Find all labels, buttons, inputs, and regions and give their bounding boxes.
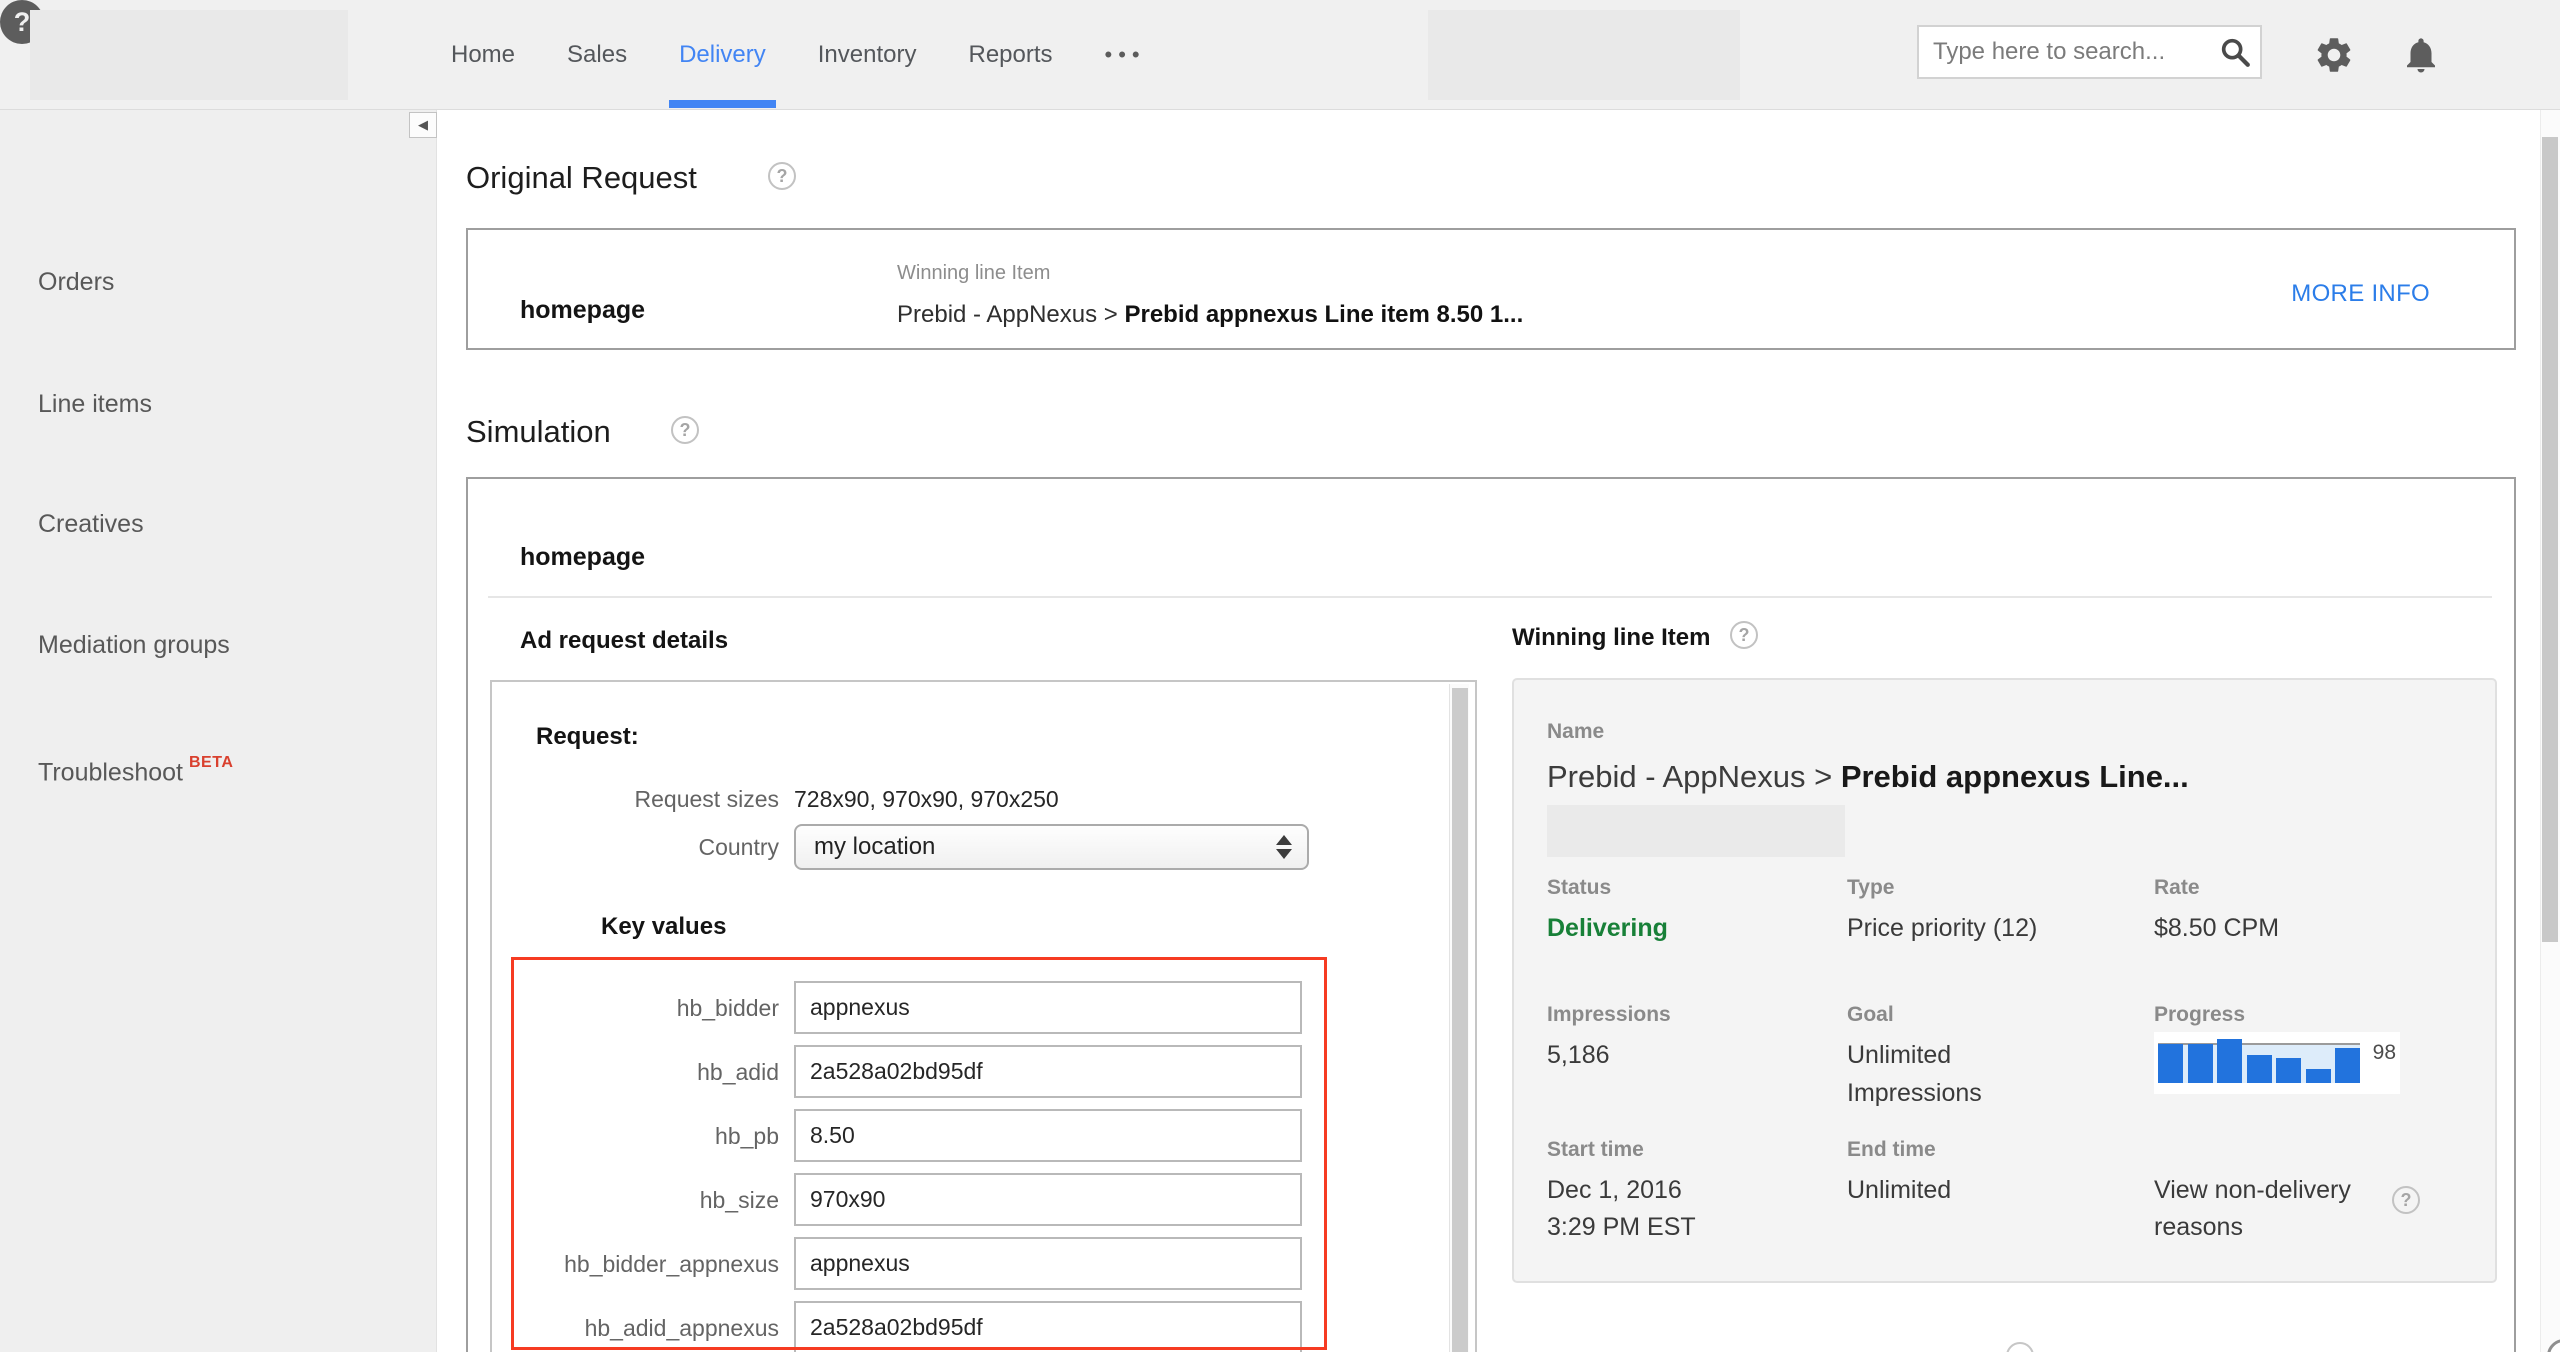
key-label-hb_bidder: hb_bidder <box>492 994 779 1022</box>
ad-manager-app: Home Sales Delivery Inventory Reports ••• ? O… <box>0 0 2560 1352</box>
name-label: Name <box>1547 720 1604 744</box>
key-label-hb_adid: hb_adid <box>492 1058 779 1086</box>
redacted-logo <box>30 10 348 100</box>
winning-line-item-label: Winning line Item <box>897 262 1523 285</box>
winning-line-item-name: Prebid appnexus Line item 8.50 1... <box>1124 301 1523 328</box>
ad-request-details-title: Ad request details <box>520 627 728 655</box>
nav-tab-reports[interactable]: Reports <box>968 0 1052 110</box>
sidebar-item-mediation-groups[interactable]: Mediation groups <box>38 630 230 660</box>
request-sizes-label: Request sizes <box>492 785 779 813</box>
redacted-detail <box>1547 805 1845 857</box>
divider <box>488 596 2492 598</box>
key-value-input-hb_bidder[interactable] <box>794 981 1302 1034</box>
key-label-hb_bidder_appnexus: hb_bidder_appnexus <box>492 1250 779 1278</box>
sidebar-item-orders[interactable]: Orders <box>38 267 114 297</box>
progress-label: Progress <box>2154 1003 2245 1027</box>
rate-value: $8.50 CPM <box>2154 913 2279 943</box>
winning-line-item-order: Prebid - AppNexus > <box>897 301 1124 328</box>
key-value-input-hb_bidder_appnexus[interactable] <box>794 1237 1302 1290</box>
ad-unit-name: homepage <box>520 296 645 325</box>
progress-percent-value: 98 <box>2373 1041 2396 1065</box>
line-item-order-name: Prebid - AppNexus > <box>1547 759 1841 794</box>
more-info-link[interactable]: MORE INFO <box>2291 280 2430 308</box>
nav-tab-more[interactable]: ••• <box>1105 0 1146 110</box>
winning-line-item-heading: Winning line Item <box>1512 624 1710 652</box>
country-select-value: my location <box>796 833 1269 861</box>
simulation-title: Simulation <box>466 412 611 452</box>
non-delivery-link-line2[interactable]: reasons <box>2154 1212 2243 1242</box>
start-time-value-line2: 3:29 PM EST <box>1547 1212 1696 1242</box>
request-label: Request: <box>536 723 639 751</box>
key-label-hb_size: hb_size <box>492 1186 779 1214</box>
key-value-input-hb_adid[interactable] <box>794 1045 1302 1098</box>
key-value-input-hb_adid_appnexus[interactable] <box>794 1301 1302 1352</box>
sidebar-item-line-items[interactable]: Line items <box>38 389 152 419</box>
end-time-value: Unlimited <box>1847 1175 1951 1205</box>
panel-scrollbar[interactable] <box>1449 684 1469 1352</box>
key-values-label: Key values <box>601 913 726 941</box>
non-delivery-help-icon[interactable]: ? <box>2392 1186 2420 1214</box>
top-nav: Home Sales Delivery Inventory Reports ••• <box>451 0 1146 110</box>
start-time-label: Start time <box>1547 1138 1644 1162</box>
original-request-title: Original Request <box>466 158 697 198</box>
ad-request-details-panel: Request: Request sizes 728x90, 970x90, 9… <box>490 680 1477 1352</box>
simulation-ad-unit-name: homepage <box>520 543 645 572</box>
progress-bar-4 <box>2247 1055 2272 1083</box>
start-time-value-line1: Dec 1, 2016 <box>1547 1175 1682 1205</box>
progress-bar-2 <box>2188 1044 2213 1083</box>
redacted-network-name <box>1428 10 1740 100</box>
top-header-bar: HomeSalesDeliveryInventoryReports••• ? <box>0 0 2560 110</box>
non-delivery-link-line1[interactable]: View non-delivery <box>2154 1175 2351 1205</box>
nav-tab-delivery[interactable]: Delivery <box>679 0 766 110</box>
search-icon[interactable] <box>2218 35 2252 69</box>
rate-label: Rate <box>2154 876 2200 900</box>
progress-bar-3 <box>2217 1039 2242 1083</box>
page-scrollbar-thumb[interactable] <box>2542 137 2558 942</box>
key-label-hb_adid_appnexus: hb_adid_appnexus <box>492 1314 779 1342</box>
key-label-hb_pb: hb_pb <box>492 1122 779 1150</box>
winning-line-item-panel: Name Prebid - AppNexus > Prebid appnexus… <box>1512 678 2497 1283</box>
status-value: Delivering <box>1547 913 1668 943</box>
status-label: Status <box>1547 876 1611 900</box>
sidebar-item-troubleshoot[interactable]: TroubleshootBETA <box>38 752 233 787</box>
request-sizes-value: 728x90, 970x90, 970x250 <box>794 785 1059 813</box>
panel-scrollbar-thumb[interactable] <box>1452 688 1468 1352</box>
progress-bar-chart: 98 <box>2154 1032 2400 1094</box>
nav-tab-inventory[interactable]: Inventory <box>818 0 917 110</box>
goal-value-line2: Impressions <box>1847 1078 1982 1108</box>
impressions-label: Impressions <box>1547 1003 1671 1027</box>
settings-gear-icon[interactable] <box>2313 34 2355 76</box>
nav-tab-sales[interactable]: Sales <box>567 0 627 110</box>
progress-bar-6 <box>2306 1069 2331 1083</box>
nav-tab-home[interactable]: Home <box>451 0 515 110</box>
goal-label: Goal <box>1847 1003 1894 1027</box>
progress-bar-1 <box>2158 1044 2183 1083</box>
sidebar-collapse-button[interactable]: ◀ <box>409 112 437 138</box>
select-arrows-icon <box>1269 835 1299 859</box>
winning-line-item-summary: Winning line Item Prebid - AppNexus > Pr… <box>897 262 1523 329</box>
key-value-input-hb_size[interactable] <box>794 1173 1302 1226</box>
key-value-input-hb_pb[interactable] <box>794 1109 1302 1162</box>
simulation-help-icon[interactable]: ? <box>671 416 699 444</box>
country-label: Country <box>492 833 779 861</box>
search-input[interactable] <box>1919 38 2218 66</box>
goal-value-line1: Unlimited <box>1847 1040 1951 1070</box>
progress-bar-7 <box>2335 1048 2360 1083</box>
left-sidebar: Orders Line items Creatives Mediation group… <box>0 110 437 1352</box>
end-time-label: End time <box>1847 1138 1936 1162</box>
original-request-card: homepage Winning line Item Prebid - AppN… <box>466 228 2516 350</box>
impressions-value: 5,186 <box>1547 1040 1610 1070</box>
type-value: Price priority (12) <box>1847 913 2037 943</box>
progress-bar-5 <box>2276 1058 2301 1083</box>
notifications-bell-icon[interactable] <box>2400 34 2442 76</box>
winning-line-item-help-icon[interactable]: ? <box>1730 621 1758 649</box>
beta-badge: BETA <box>189 754 233 771</box>
line-item-name: Prebid appnexus Line... <box>1841 759 2189 794</box>
type-label: Type <box>1847 876 1894 900</box>
sidebar-item-creatives[interactable]: Creatives <box>38 509 144 539</box>
country-select[interactable]: my location <box>794 824 1309 870</box>
global-search[interactable] <box>1917 25 2262 79</box>
original-request-help-icon[interactable]: ? <box>768 162 796 190</box>
